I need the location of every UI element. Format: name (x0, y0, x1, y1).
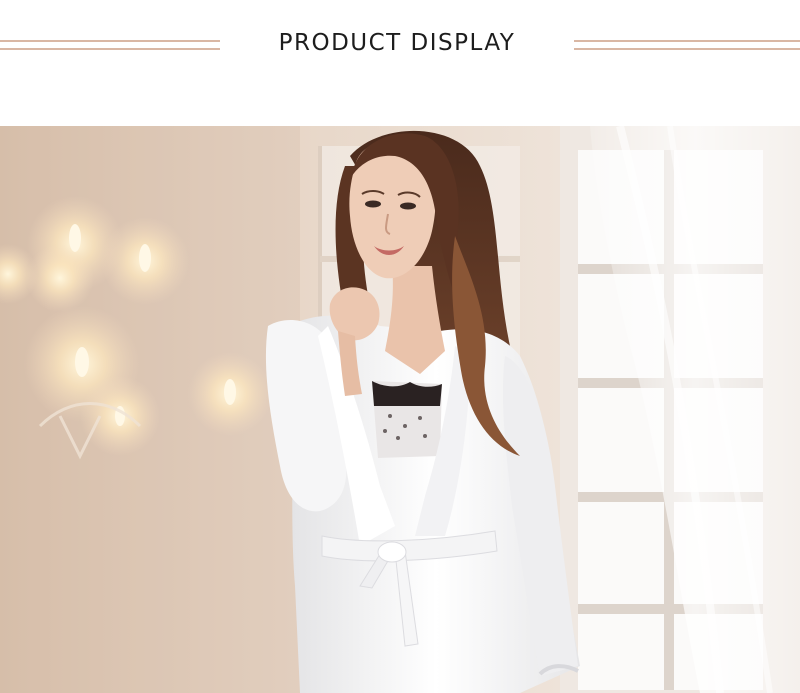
product-photo (0, 126, 800, 693)
product-photo-illustration (0, 126, 800, 693)
decorative-rule-right (574, 40, 800, 52)
decorative-rule-left (0, 40, 220, 52)
section-header: PRODUCT DISPLAY (0, 0, 800, 126)
section-title: PRODUCT DISPLAY (278, 30, 516, 56)
